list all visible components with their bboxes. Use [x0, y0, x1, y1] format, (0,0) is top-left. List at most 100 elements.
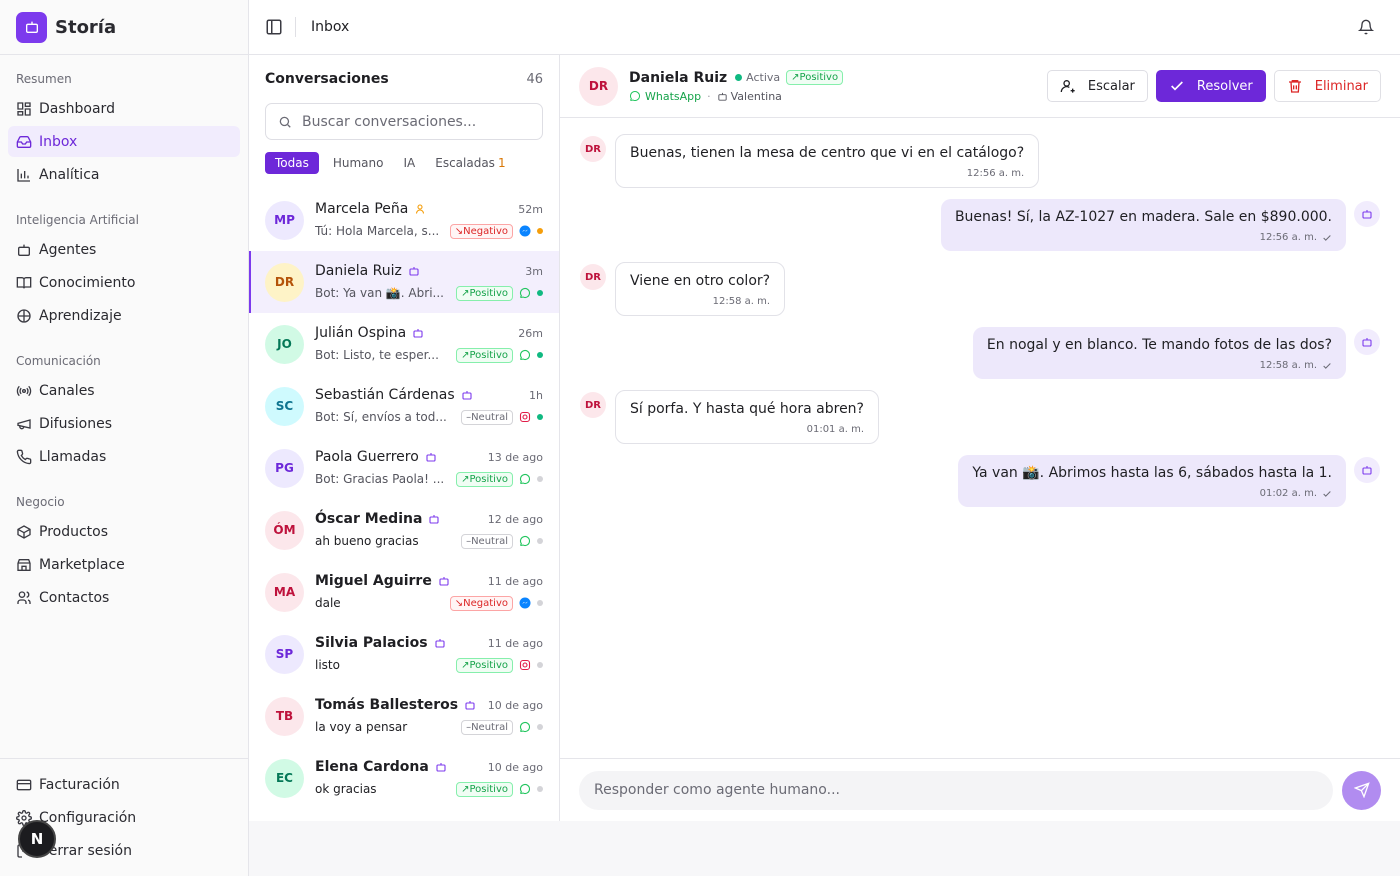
- conversation-item[interactable]: DR Daniela Ruiz 3m Bot: Ya van 📸. Abri... ↗P…: [249, 251, 559, 313]
- avatar: ÓM: [265, 510, 304, 550]
- sidebar: Storía Resumen Dashboard Inbox Analítica Int…: [0, 0, 249, 876]
- avatar: EC: [265, 758, 304, 798]
- conversation-item[interactable]: JO Julián Ospina 26m Bot: Listo, te esper..…: [249, 313, 559, 375]
- resolve-button[interactable]: Resolver: [1155, 70, 1266, 102]
- human-handler-icon: [414, 203, 426, 215]
- sidebar-item-dashboard[interactable]: Dashboard: [8, 93, 240, 124]
- brand[interactable]: Storía: [0, 0, 248, 55]
- resolve-label: Resolver: [1196, 78, 1253, 94]
- delete-button[interactable]: Eliminar: [1273, 70, 1381, 102]
- send-button[interactable]: [1342, 770, 1381, 810]
- conversation-item[interactable]: TB Tomás Ballesteros 10 de ago la voy a pen…: [249, 685, 559, 747]
- message-time: 01:02 a. m.: [1259, 488, 1317, 499]
- sidebar-item-label: Configuración: [39, 809, 137, 826]
- sidebar-item-conocimiento[interactable]: Conocimiento: [8, 267, 240, 298]
- agent-bot-icon: [717, 91, 728, 102]
- sidebar-item-label: Contactos: [39, 589, 110, 606]
- check-icon: [1322, 489, 1332, 499]
- floating-badge[interactable]: N: [18, 820, 56, 858]
- message-bubble: Buenas! Sí, la AZ-1027 en madera. Sale e…: [940, 199, 1346, 251]
- sentiment-badge: ↗Positivo: [456, 285, 513, 301]
- sidebar-item-agentes[interactable]: Agentes: [8, 234, 240, 265]
- message-preview: Bot: Sí, envíos a tod...: [315, 410, 447, 424]
- bot-avatar-icon: [1354, 457, 1380, 483]
- conversation-time: 11 de ago: [487, 636, 543, 650]
- send-icon: [1353, 782, 1370, 798]
- sentiment-label: Negativo: [463, 597, 508, 609]
- message-bubble: En nogal y en blanco. Te mando fotos de …: [972, 327, 1346, 379]
- brain-icon: [16, 308, 32, 324]
- conversation-item[interactable]: PG Paola Guerrero 13 de ago Bot: Gracias Pa…: [249, 437, 559, 499]
- reply-input[interactable]: [579, 770, 1333, 810]
- sentiment-label: Positivo: [469, 659, 508, 671]
- sidebar-item-productos[interactable]: Productos: [8, 516, 240, 547]
- sidebar-item-contactos[interactable]: Contactos: [8, 582, 240, 613]
- radio-icon: [16, 383, 32, 399]
- sentiment-badge: ↗Positivo: [456, 471, 513, 487]
- conversation-list-header: Conversaciones 46: [249, 55, 559, 103]
- message-text: Buenas! Sí, la AZ-1027 en madera. Sale e…: [954, 209, 1332, 225]
- sidebar-item-inbox[interactable]: Inbox: [8, 126, 240, 157]
- contact-name: Silvia Palacios: [315, 635, 428, 651]
- sentiment-label: Positivo: [469, 473, 508, 485]
- chat-panel: DR Daniela Ruiz Activa ↗Positivo WhatsAp…: [560, 55, 1400, 821]
- store-icon: [16, 557, 32, 573]
- incoming-message: DR Buenas, tienen la mesa de centro que v…: [580, 134, 1380, 188]
- conversation-item[interactable]: MP Marcela Peña 52m Tú: Hola Marcela, s... ↘…: [249, 189, 559, 251]
- sidebar-item-facturacion[interactable]: Facturación: [8, 769, 240, 800]
- sidebar-item-llamadas[interactable]: Llamadas: [8, 441, 240, 472]
- nav-section-comunicacion: Comunicación Canales Difusiones Llamadas: [0, 351, 248, 472]
- status-dot: [537, 538, 543, 544]
- home-icon: [16, 101, 32, 117]
- bot-avatar-icon: [1354, 201, 1380, 227]
- status-dot: [537, 290, 543, 296]
- bot-logo-icon: [16, 11, 47, 43]
- nav-section-title: Negocio: [16, 495, 65, 509]
- conversation-time: 11 de ago: [487, 574, 543, 588]
- assigned-agent: Valentina: [730, 89, 782, 103]
- check-icon: [1169, 78, 1185, 94]
- avatar: SC: [265, 386, 304, 426]
- contact-name: Óscar Medina: [315, 511, 423, 527]
- check-icon: [1322, 361, 1332, 371]
- sidebar-item-marketplace[interactable]: Marketplace: [8, 549, 240, 580]
- search-input[interactable]: [302, 113, 532, 130]
- tab-escaladas[interactable]: Escaladas 1: [435, 156, 505, 170]
- conversation-item[interactable]: ÓM Óscar Medina 12 de ago ah bueno gracias –…: [249, 499, 559, 561]
- conversation-item[interactable]: MA Miguel Aguirre 11 de ago dale ↘Negativo: [249, 561, 559, 623]
- sidebar-item-label: Dashboard: [39, 100, 115, 117]
- message-bubble: Ya van 📸. Abrimos hasta las 6, sábados h…: [958, 455, 1346, 507]
- whatsapp-icon: [519, 287, 531, 299]
- sidebar-item-label: Marketplace: [39, 556, 125, 573]
- conversation-item[interactable]: SC Sebastián Cárdenas 1h Bot: Sí, envíos a …: [249, 375, 559, 437]
- message-text: Buenas, tienen la mesa de centro que vi …: [630, 145, 1025, 161]
- sidebar-item-aprendizaje[interactable]: Aprendizaje: [8, 300, 240, 331]
- escalate-button[interactable]: Escalar: [1046, 70, 1148, 102]
- status-dot: [537, 724, 543, 730]
- conversation-item[interactable]: SP Silvia Palacios 11 de ago listo ↗Positivo: [249, 623, 559, 685]
- status-dot: [537, 662, 543, 668]
- message-bubble: Sí porfa. Y hasta qué hora abren? 01:01 a…: [615, 390, 879, 444]
- message-preview: Bot: Gracias Paola! ...: [315, 472, 445, 486]
- status-dot: [537, 786, 543, 792]
- sidebar-toggle-icon[interactable]: [265, 18, 283, 36]
- conversation-time: 13 de ago: [487, 450, 543, 464]
- bot-handler-icon: [434, 637, 446, 649]
- search-box[interactable]: [265, 103, 543, 140]
- tab-humano[interactable]: Humano: [333, 156, 384, 170]
- bell-icon[interactable]: [1358, 19, 1374, 35]
- chat-header: DR Daniela Ruiz Activa ↗Positivo WhatsAp…: [560, 55, 1400, 118]
- sidebar-item-difusiones[interactable]: Difusiones: [8, 408, 240, 439]
- avatar: TB: [265, 696, 304, 736]
- sidebar-item-analitica[interactable]: Analítica: [8, 159, 240, 190]
- incoming-message: DR Viene en otro color? 12:58 a. m.: [580, 262, 1380, 316]
- tab-ia[interactable]: IA: [403, 156, 415, 170]
- sidebar-item-canales[interactable]: Canales: [8, 375, 240, 406]
- conversation-item[interactable]: EC Elena Cardona 10 de ago ok gracias ↗Posit…: [249, 747, 559, 809]
- nav-section-title: Inteligencia Artificial: [16, 213, 139, 227]
- avatar: DR: [265, 262, 304, 302]
- tab-todas[interactable]: Todas: [265, 152, 319, 174]
- nav-section-inteligencia-artificial: Inteligencia Artificial Agentes Conocimien…: [0, 210, 248, 331]
- outgoing-message: Buenas! Sí, la AZ-1027 en madera. Sale e…: [580, 199, 1380, 251]
- bot-handler-icon: [438, 575, 450, 587]
